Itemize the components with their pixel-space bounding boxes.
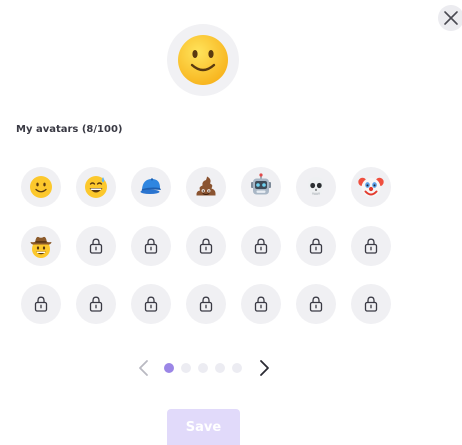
save-button[interactable]: Save xyxy=(167,409,240,445)
pile-of-poo-icon xyxy=(196,176,216,196)
avatar-option[interactable] xyxy=(76,167,116,207)
page-dot[interactable] xyxy=(198,363,208,373)
locked-avatar-slot[interactable] xyxy=(186,284,226,324)
page-dot[interactable] xyxy=(164,363,174,373)
avatar-option[interactable] xyxy=(21,225,61,266)
lock-icon xyxy=(309,296,323,312)
locked-avatar-slot[interactable] xyxy=(131,225,171,266)
page-dot[interactable] xyxy=(232,363,242,373)
locked-avatar-slot[interactable] xyxy=(76,284,116,324)
lock-icon xyxy=(309,238,323,254)
locked-avatar-slot[interactable] xyxy=(76,225,116,266)
avatar-option[interactable] xyxy=(351,167,391,207)
lock-icon xyxy=(254,238,268,254)
avatar-option[interactable] xyxy=(131,167,171,207)
avatar-grid xyxy=(21,167,391,325)
skull-icon xyxy=(308,177,324,195)
avatar-option[interactable] xyxy=(296,167,336,207)
page-dot[interactable] xyxy=(181,363,191,373)
page-dot[interactable] xyxy=(215,363,225,373)
avatar-preview xyxy=(167,24,239,96)
locked-avatar-slot[interactable] xyxy=(351,225,391,266)
locked-avatar-slot[interactable] xyxy=(296,225,336,266)
slightly-smiling-face-icon xyxy=(30,176,52,198)
close-button[interactable] xyxy=(438,5,462,31)
lock-icon xyxy=(199,238,213,254)
lock-icon xyxy=(364,296,378,312)
lock-icon xyxy=(254,296,268,312)
lock-icon xyxy=(144,238,158,254)
avatar-option[interactable] xyxy=(21,167,61,207)
close-icon xyxy=(444,11,458,25)
next-page-button[interactable] xyxy=(256,356,272,380)
avatar-option[interactable] xyxy=(241,167,281,207)
pagination xyxy=(136,356,272,380)
locked-avatar-slot[interactable] xyxy=(21,284,61,324)
clown-face-icon xyxy=(358,177,384,197)
locked-avatar-slot[interactable] xyxy=(296,284,336,324)
prev-page-button[interactable] xyxy=(136,356,152,380)
chevron-left-icon xyxy=(139,360,148,376)
lock-icon xyxy=(34,296,48,312)
lock-icon xyxy=(199,296,213,312)
robot-face-icon xyxy=(251,173,271,195)
locked-avatar-slot[interactable] xyxy=(241,284,281,324)
lock-icon xyxy=(144,296,158,312)
grinning-sweat-face-icon xyxy=(85,176,107,198)
locked-avatar-slot[interactable] xyxy=(131,284,171,324)
avatar-option[interactable] xyxy=(186,167,226,207)
locked-avatar-slot[interactable] xyxy=(241,225,281,266)
lock-icon xyxy=(89,238,103,254)
chevron-right-icon xyxy=(260,360,269,376)
slightly-smiling-face-icon xyxy=(178,35,228,85)
lock-icon xyxy=(364,238,378,254)
locked-avatar-slot[interactable] xyxy=(186,225,226,266)
blue-cap-icon xyxy=(140,178,161,194)
lock-icon xyxy=(89,296,103,312)
cowboy-face-icon xyxy=(30,236,52,258)
locked-avatar-slot[interactable] xyxy=(351,284,391,324)
section-title: My avatars (8/100) xyxy=(16,124,123,135)
